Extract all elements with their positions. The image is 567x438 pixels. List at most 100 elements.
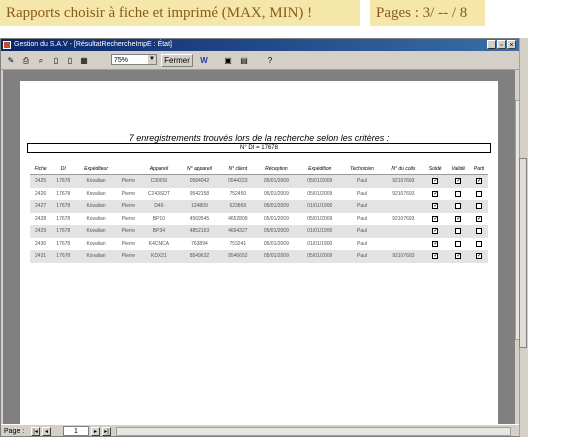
cell-rec: 05/01/2009 xyxy=(254,225,299,238)
help-icon[interactable]: ? xyxy=(263,54,277,68)
status-bar: Page : |◂ ◂ 1 ▸ ▸| xyxy=(1,424,519,438)
browser-scrollbar[interactable] xyxy=(519,38,567,437)
multiple-pages-icon[interactable]: ▦ xyxy=(77,54,91,68)
cell-di: 17678 xyxy=(56,240,71,247)
one-page-icon[interactable]: ▯ xyxy=(49,54,63,68)
zoom-select[interactable]: 75% ▼ xyxy=(111,54,157,65)
page-number-input[interactable]: 1 xyxy=(63,426,89,436)
view-icon[interactable]: ✎ xyxy=(4,54,18,68)
cell-colis xyxy=(383,238,425,251)
zoom-icon[interactable]: ⌕ xyxy=(34,54,48,68)
cell-colis: 92107693 xyxy=(392,215,415,222)
cell-fiche: 2428 xyxy=(35,215,47,222)
cell-expd: 01/01/1900 xyxy=(298,200,342,213)
cell-expd: 05/01/2009 xyxy=(298,174,342,188)
page-label: Page : xyxy=(4,428,25,435)
checkbox-valide xyxy=(455,190,462,197)
app-icon xyxy=(3,41,11,49)
cell-solde: ✓ xyxy=(424,174,447,188)
cell-rec: 05/01/2009 xyxy=(263,215,289,222)
cell-app: BP10 xyxy=(152,215,166,222)
print-icon[interactable]: ⎙ xyxy=(19,54,33,68)
cell-expd: 01/01/1900 xyxy=(307,240,333,247)
toolbar: ✎ ⎙ ⌕ ▯ ▯ ▦ 75% ▼ Fermer W ▣ ▤ ? xyxy=(1,52,519,70)
window-title: Gestion du S.A.V - [RésultatRechercheImp… xyxy=(14,41,172,48)
cell-rec: 05/01/2009 xyxy=(254,200,299,213)
next-page-button[interactable]: ▸ xyxy=(91,427,100,436)
cell-app: BP34 xyxy=(139,225,178,238)
checkbox-valide: ✓ xyxy=(455,253,462,260)
cell-tech: Paul xyxy=(341,200,383,213)
cell-exp1: Kovalian xyxy=(75,250,117,263)
cell-colis: 92107693 xyxy=(392,190,415,197)
cell-expd: 05/01/2009 xyxy=(307,190,333,197)
restore-button[interactable]: ▫ xyxy=(497,40,506,49)
minimize-button[interactable]: _ xyxy=(487,40,496,49)
cell-solde: ✓ xyxy=(424,250,447,263)
cell-di: 17678 xyxy=(51,200,76,213)
cell-expd: 05/01/2009 xyxy=(307,215,333,222)
cell-napp: 9542158 xyxy=(189,190,210,197)
cell-valide xyxy=(446,225,471,238)
di-header: N° DI = 17678 xyxy=(27,143,491,153)
cell-ncli: 623869 xyxy=(220,200,255,213)
prev-page-button[interactable]: ◂ xyxy=(42,427,51,436)
cell-tech: Paul xyxy=(341,250,383,263)
cell-napp: 0584042 xyxy=(177,174,221,188)
cell-exp2: Pierre xyxy=(121,215,135,222)
cell-di: 17678 xyxy=(56,215,71,222)
table-row: 2429 17678 Kovalian Pierre BP34 4852163 465432… xyxy=(30,225,488,238)
banner-pages: Pages : 3/ -- / 8 xyxy=(370,0,485,26)
first-page-button[interactable]: |◂ xyxy=(31,427,40,436)
report-title: 7 enregistrements trouvés lors de la rec… xyxy=(128,133,390,143)
browser-scroll-thumb[interactable] xyxy=(519,158,527,348)
cell-ncli: 4652809 xyxy=(228,215,248,222)
cell-ncli: 4654327 xyxy=(220,225,255,238)
column-header: Parti xyxy=(470,164,488,175)
column-header xyxy=(116,164,140,175)
cell-tech: Paul xyxy=(357,240,368,247)
checkbox-parti xyxy=(476,203,483,210)
cell-exp1: Kovalian xyxy=(86,190,106,197)
cell-di: 17678 xyxy=(51,250,76,263)
checkbox-parti xyxy=(476,190,483,197)
chevron-down-icon: ▼ xyxy=(148,55,156,64)
word-export-icon[interactable]: W xyxy=(197,54,211,68)
cell-solde: ✓ xyxy=(424,200,447,213)
close-button[interactable]: × xyxy=(507,40,516,49)
cell-exp2: Pierre xyxy=(121,240,135,247)
table-row: 2431 17678 Kovalian Pierre KDX21 8549632 95466… xyxy=(30,250,488,263)
checkbox-solde: ✓ xyxy=(432,178,439,185)
cell-parti: ✓ xyxy=(470,174,488,188)
checkbox-valide xyxy=(455,203,462,210)
cell-app: D46 xyxy=(139,200,178,213)
cell-app: C243SDT xyxy=(147,190,170,197)
cell-valide: ✓ xyxy=(446,174,471,188)
horizontal-scrollbar[interactable] xyxy=(116,427,511,436)
checkbox-solde: ✓ xyxy=(432,228,439,235)
cell-expd: 01/01/1900 xyxy=(298,225,342,238)
cell-parti: ✓ xyxy=(470,250,488,263)
cell-napp: 4569545 xyxy=(189,215,210,222)
cell-di: 17678 xyxy=(51,225,76,238)
two-pages-icon[interactable]: ▯ xyxy=(63,54,77,68)
access-window: Gestion du S.A.V - [RésultatRechercheImp… xyxy=(0,38,520,437)
column-header: N° du colis xyxy=(382,164,425,175)
cell-exp1: Kovalian xyxy=(75,225,117,238)
table-row: 2427 17678 Kovalian Pierre D46 124809 623869 05… xyxy=(30,200,488,213)
last-page-button[interactable]: ▸| xyxy=(102,427,111,436)
cell-tech: Paul xyxy=(357,215,368,222)
cell-fiche: 2429 xyxy=(30,225,52,238)
cell-exp2: Pierre xyxy=(116,174,140,188)
close-preview-button[interactable]: Fermer xyxy=(161,54,193,67)
banner-title: Rapports choisir à fiche et imprimé (MAX… xyxy=(0,0,360,26)
cell-parti: ✓ xyxy=(470,213,488,226)
cell-tech: Paul xyxy=(341,174,383,188)
database-window-icon[interactable]: ▣ xyxy=(221,54,235,68)
cell-fiche: 2430 xyxy=(35,240,47,247)
new-object-icon[interactable]: ▤ xyxy=(237,54,251,68)
cell-solde: ✓ xyxy=(424,213,446,226)
checkbox-valide: ✓ xyxy=(455,178,462,185)
cell-ncli: 752450 xyxy=(229,190,247,197)
column-header: Soldé xyxy=(424,164,447,175)
